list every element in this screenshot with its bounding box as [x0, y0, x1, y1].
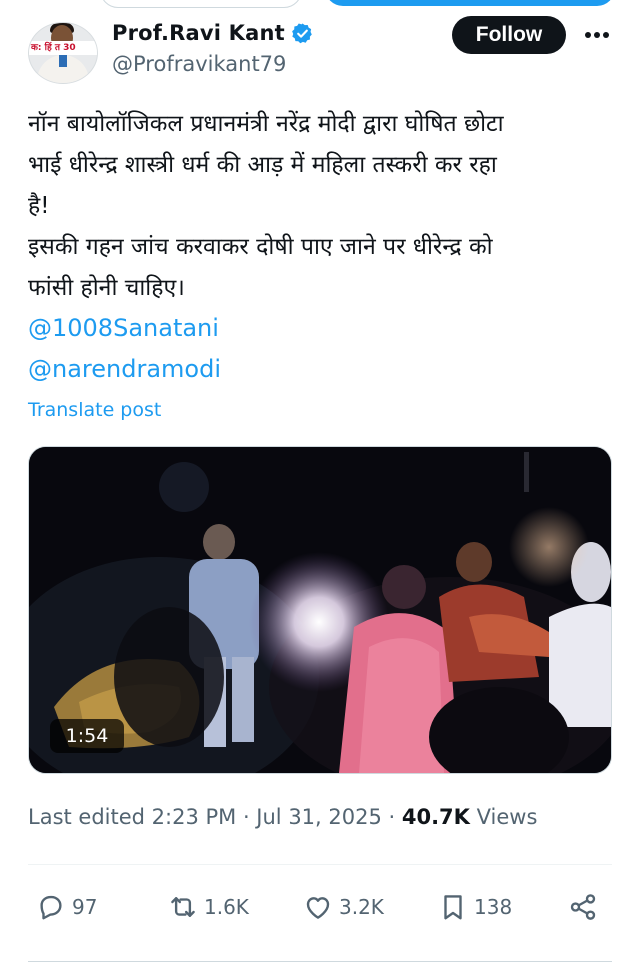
- views-label: Views: [469, 805, 538, 829]
- top-bar-remnant: [0, 0, 640, 8]
- more-options-icon[interactable]: [580, 20, 614, 50]
- avatar-banner-text: क: हिं त 30: [29, 41, 97, 55]
- author-name[interactable]: Prof.Ravi Kant: [112, 21, 285, 45]
- like-button[interactable]: 3.2K: [303, 884, 384, 930]
- avatar-collar: [59, 55, 67, 67]
- verified-badge-icon: [292, 22, 312, 43]
- follow-button[interactable]: Follow: [452, 16, 566, 54]
- post-text-line: फांसी होनी चाहिए।: [28, 275, 185, 301]
- repost-count: 1.6K: [204, 895, 249, 919]
- edited-timestamp[interactable]: Last edited 2:23 PM · Jul 31, 2025 ·: [28, 805, 402, 829]
- post-text-line: नॉन बायोलॉजिकल प्रधानमंत्री नरेंद्र मोदी…: [28, 111, 504, 137]
- divider: [28, 864, 612, 865]
- top-left-pill: [100, 0, 302, 8]
- share-icon: [570, 894, 596, 920]
- reply-count: 97: [72, 895, 98, 919]
- post-text-line: है!: [28, 193, 50, 219]
- post-text-line: भाई धीरेन्द्र शास्त्री धर्म की आड़ में म…: [28, 152, 497, 178]
- post-text-line: इसकी गहन जांच करवाकर दोषी पाए जाने पर धी…: [28, 234, 493, 260]
- divider: [28, 961, 612, 962]
- heart-icon: [306, 897, 330, 919]
- bookmark-button[interactable]: 138: [438, 884, 512, 930]
- bookmark-icon: [444, 895, 462, 920]
- post-actions-bar: 97 1.6K 3.2K 138: [0, 884, 640, 930]
- repost-button[interactable]: 1.6K: [168, 884, 249, 930]
- translate-post-link[interactable]: Translate post: [28, 399, 161, 421]
- post-text: नॉन बायोलॉजिकल प्रधानमंत्री नरेंद्र मोदी…: [28, 104, 618, 309]
- post-meta: Last edited 2:23 PM · Jul 31, 2025 · 40.…: [28, 805, 537, 829]
- repost-icon: [171, 897, 195, 917]
- views-count: 40.7K: [401, 805, 470, 829]
- top-right-pill: [325, 0, 615, 6]
- author-name-row[interactable]: Prof.Ravi Kant: [112, 18, 314, 48]
- video-duration-badge: 1:54: [50, 719, 124, 753]
- like-count: 3.2K: [339, 895, 384, 919]
- reply-button[interactable]: 97: [36, 884, 97, 930]
- reply-icon: [40, 895, 62, 920]
- author-handle[interactable]: @Profravikant79: [112, 52, 286, 76]
- mention-link[interactable]: @narendramodi: [28, 355, 221, 383]
- share-button[interactable]: [568, 884, 598, 930]
- bookmark-count: 138: [474, 895, 513, 919]
- avatar[interactable]: क: हिं त 30: [28, 22, 98, 84]
- mention-link[interactable]: @1008Sanatani: [28, 314, 219, 342]
